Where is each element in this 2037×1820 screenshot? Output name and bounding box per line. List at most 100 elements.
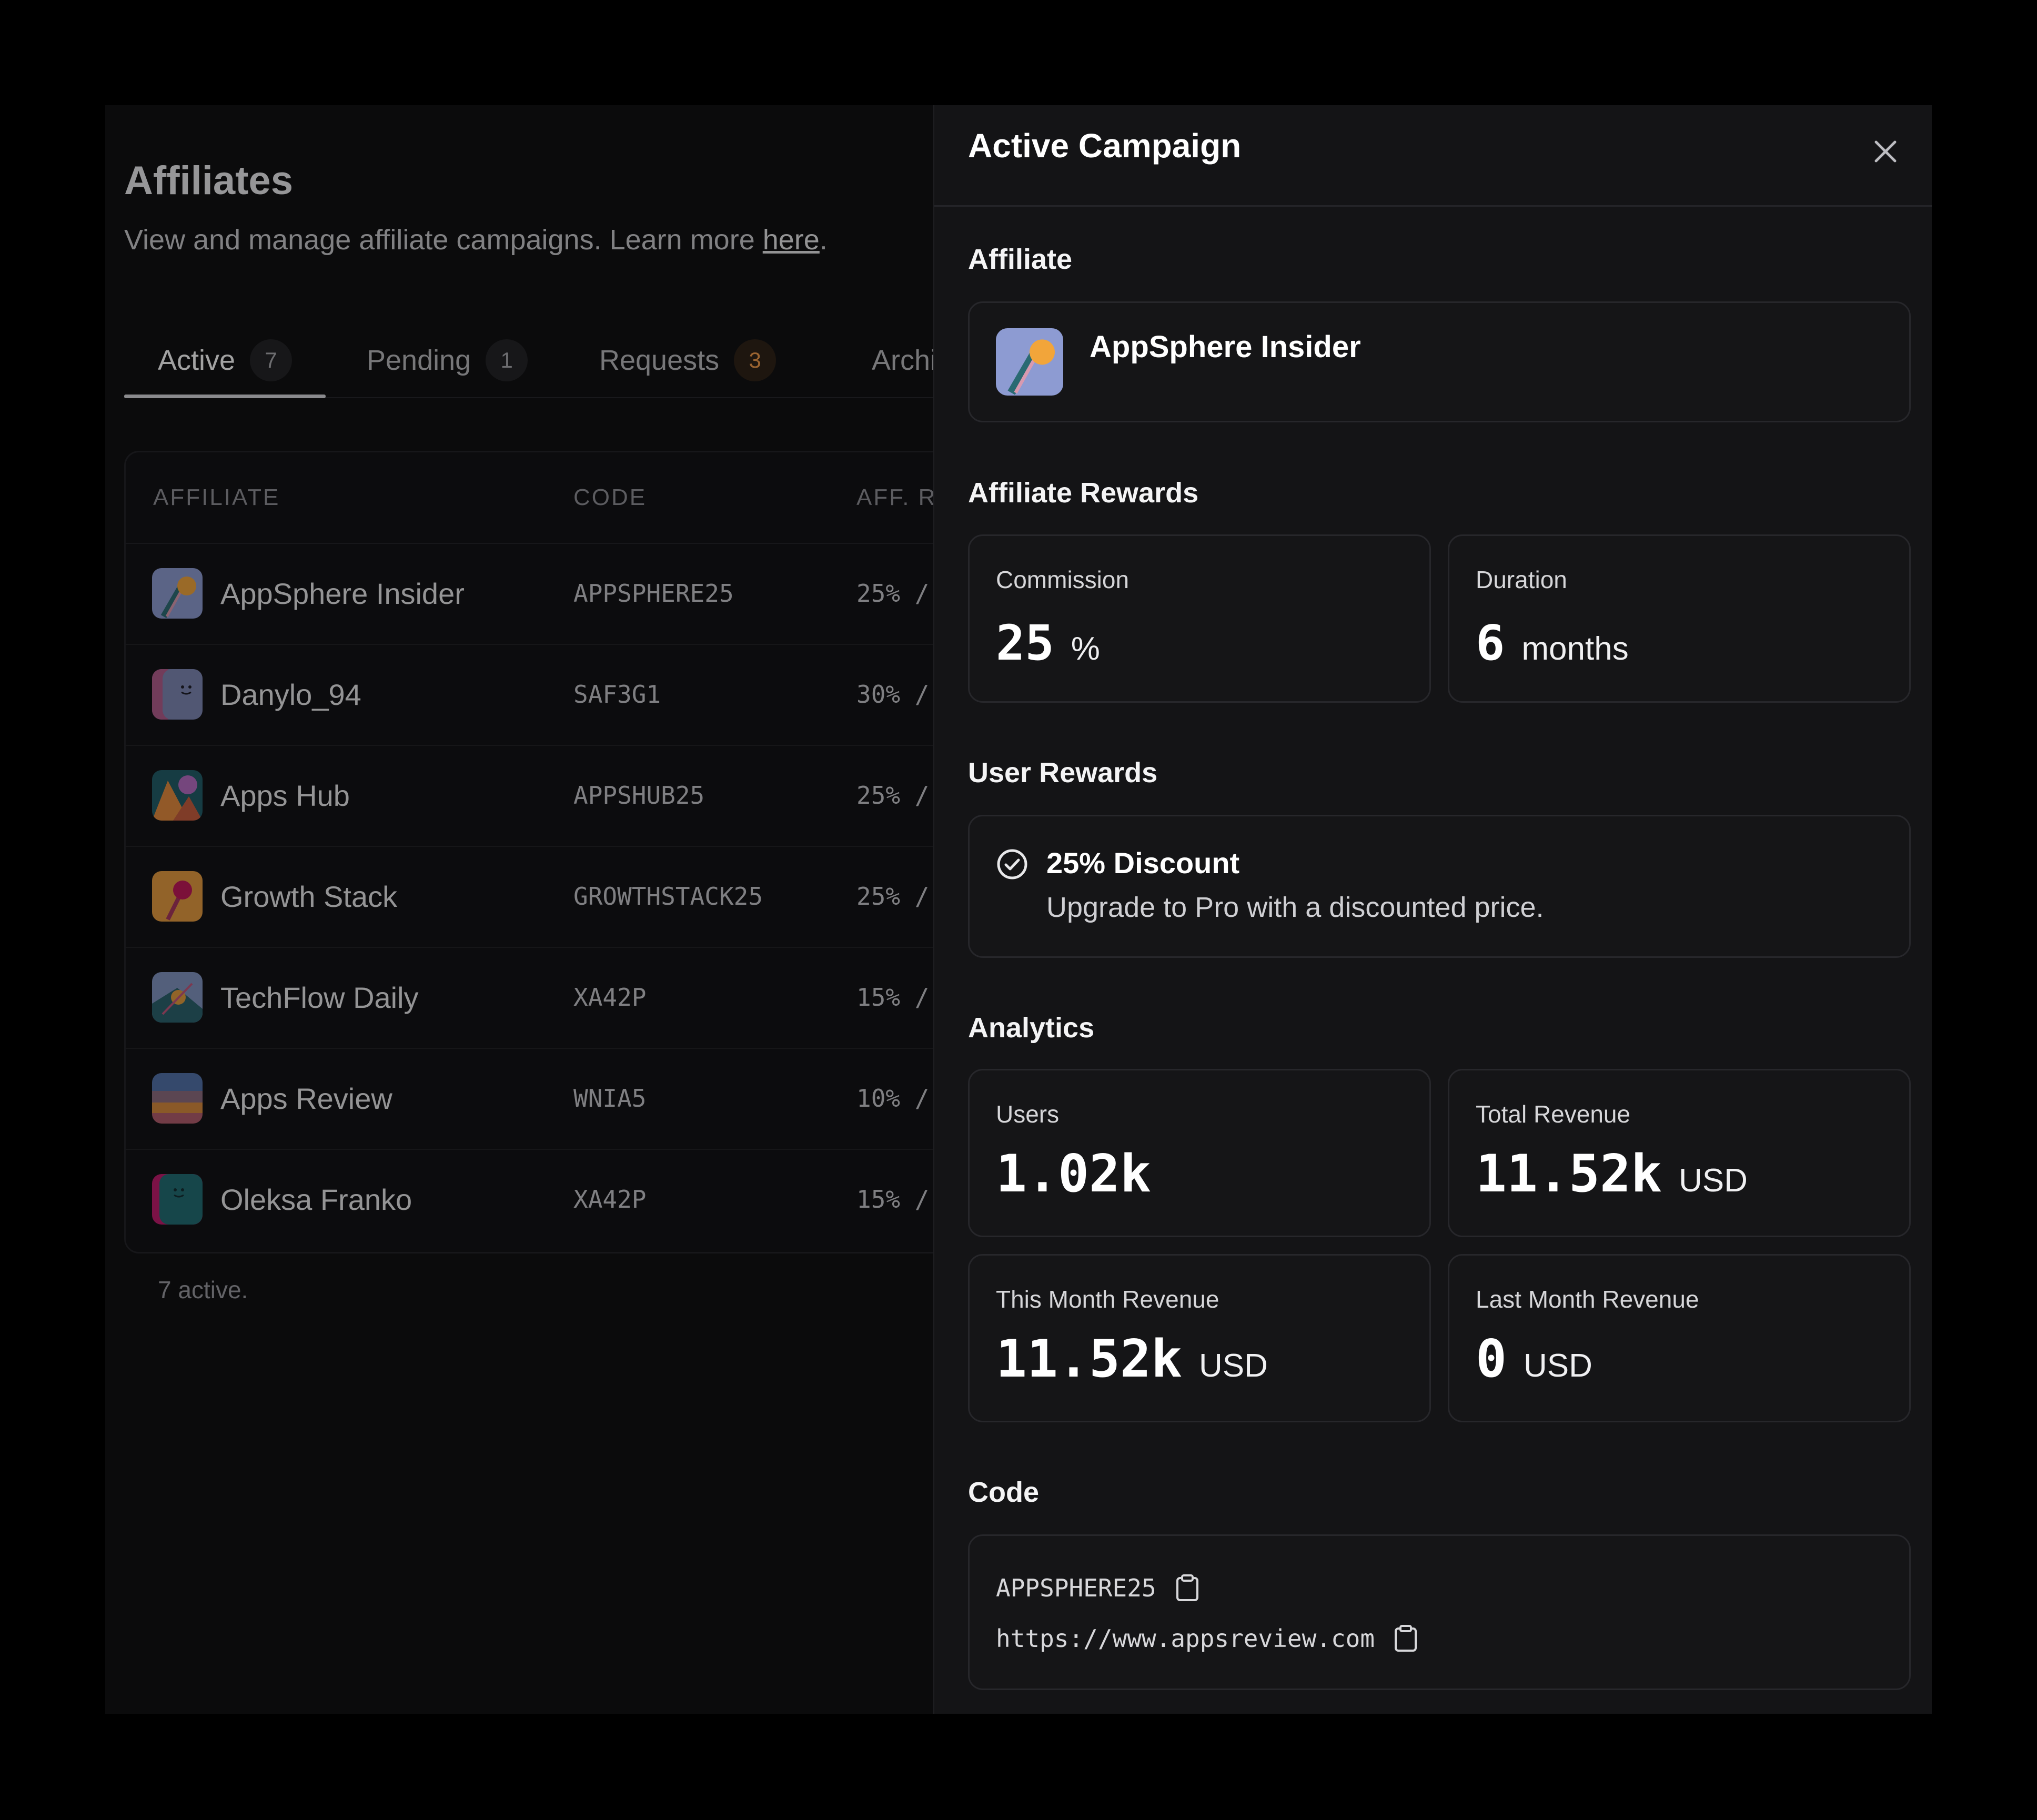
clipboard-icon: [1176, 1574, 1198, 1601]
analytics-label: Analytics: [968, 1012, 1095, 1044]
commission-value: 25: [996, 615, 1054, 671]
affiliate-name: Apps Review: [220, 1081, 392, 1115]
user-rewards-label: User Rewards: [968, 757, 1158, 788]
this-month-revenue-label: This Month Revenue: [996, 1286, 1219, 1313]
copy-url-button[interactable]: [1394, 1625, 1418, 1652]
affiliate-name: AppSphere Insider: [220, 577, 465, 610]
discount-title: 25% Discount: [1046, 846, 1240, 879]
affiliate-rate: 30% /: [856, 680, 930, 709]
affiliate-name: Apps Hub: [220, 778, 350, 812]
campaign-detail-panel: Active Campaign Affiliate AppSphere Insi…: [933, 105, 1932, 1714]
column-header-affiliate[interactable]: AFFILIATE: [153, 452, 280, 543]
this-month-revenue-unit: USD: [1199, 1348, 1268, 1384]
code-section-label: Code: [968, 1477, 1039, 1508]
copy-code-button[interactable]: [1175, 1574, 1199, 1602]
close-button[interactable]: [1865, 132, 1905, 171]
commission-card: Commission 25 %: [968, 534, 1431, 703]
page-subtitle: View and manage affiliate campaigns. Lea…: [124, 224, 828, 256]
affiliate-code: GROWTHSTACK25: [573, 882, 763, 911]
affiliate-rate: 25% /: [856, 781, 930, 810]
affiliates-table: AFFILIATE CODE AFF. R AppSphere Insider …: [124, 451, 933, 1253]
last-month-revenue-label: Last Month Revenue: [1476, 1286, 1699, 1313]
duration-value: 6: [1476, 615, 1505, 671]
affiliate-code: APPSHUB25: [573, 781, 705, 810]
tab-count-badge: 7: [250, 339, 293, 381]
table-header: AFFILIATE CODE AFF. R: [126, 452, 933, 544]
affiliate-avatar: [152, 770, 203, 821]
affiliate-avatar: [152, 568, 203, 619]
total-revenue-label: Total Revenue: [1476, 1100, 1631, 1128]
clipboard-icon: [1395, 1625, 1417, 1652]
affiliate-rate: 10% /: [856, 1084, 930, 1113]
affiliate-code: XA42P: [573, 1185, 647, 1214]
affiliate-code: XA42P: [573, 983, 647, 1012]
column-header-aff-rewards[interactable]: AFF. R: [856, 452, 933, 543]
affiliate-rate: 25% /: [856, 579, 930, 608]
affiliate-code: WNIA5: [573, 1084, 647, 1113]
affiliate-code: SAF3G1: [573, 680, 661, 709]
affiliate-code: APPSPHERE25: [573, 579, 734, 608]
table-row[interactable]: TechFlow Daily XA42P 15% /: [126, 947, 933, 1049]
table-row[interactable]: Apps Review WNIA5 10% /: [126, 1048, 933, 1150]
duration-unit: months: [1521, 631, 1629, 667]
table-row[interactable]: Oleksa Franko XA42P 15% /: [126, 1149, 933, 1250]
affiliate-name: Oleksa Franko: [220, 1182, 412, 1216]
tab-requests[interactable]: Requests 3: [599, 323, 777, 397]
commission-label: Commission: [996, 566, 1130, 593]
tab-count-badge: 1: [486, 339, 528, 381]
users-card: Users 1.02k: [968, 1069, 1431, 1237]
duration-card: Duration 6 months: [1448, 534, 1911, 703]
learn-more-link[interactable]: here: [763, 224, 820, 256]
affiliate-avatar: [152, 871, 203, 922]
affiliate-avatar: [152, 1073, 203, 1124]
affiliate-name: Growth Stack: [220, 879, 398, 913]
affiliate-rewards-label: Affiliate Rewards: [968, 477, 1199, 509]
affiliates-page: Affiliates View and manage affiliate cam…: [105, 105, 933, 1714]
affiliate-rate: 25% /: [856, 882, 930, 911]
total-revenue-value: 11.52k: [1476, 1144, 1662, 1204]
affiliate-avatar: [152, 669, 203, 720]
tab-count-badge: 3: [734, 339, 777, 381]
discount-description: Upgrade to Pro with a discounted price.: [1046, 892, 1544, 923]
check-circle-icon: [997, 849, 1027, 879]
this-month-revenue-card: This Month Revenue 11.52k USD: [968, 1254, 1431, 1422]
affiliate-rate: 15% /: [856, 1185, 930, 1214]
affiliate-rate: 15% /: [856, 983, 930, 1012]
tab-bar: Active 7 Pending 1 Requests 3 Archiv: [124, 323, 933, 398]
affiliate-avatar: [152, 972, 203, 1023]
code-card: APPSPHERE25 https://www.appsreview.com: [968, 1534, 1911, 1690]
close-icon: [1874, 140, 1897, 163]
affiliate-avatar: [996, 328, 1063, 396]
users-label: Users: [996, 1100, 1060, 1128]
affiliate-name: TechFlow Daily: [220, 980, 419, 1014]
last-month-revenue-card: Last Month Revenue 0 USD: [1448, 1254, 1911, 1422]
affiliate-avatar: [152, 1174, 203, 1225]
panel-header: Active Campaign: [934, 105, 1932, 207]
panel-title: Active Campaign: [968, 127, 1242, 165]
page-title: Affiliates: [124, 158, 293, 203]
table-row[interactable]: AppSphere Insider APPSPHERE25 25% /: [126, 543, 933, 645]
affiliate-card[interactable]: AppSphere Insider: [968, 301, 1911, 422]
referral-url: https://www.appsreview.com: [996, 1624, 1375, 1653]
users-value: 1.02k: [996, 1144, 1152, 1204]
table-footnote: 7 active.: [158, 1276, 248, 1303]
total-revenue-unit: USD: [1679, 1162, 1748, 1199]
table-row[interactable]: Danylo_94 SAF3G1 30% /: [126, 644, 933, 746]
affiliate-name: AppSphere Insider: [1090, 330, 1361, 364]
tab-archived[interactable]: Archiv: [872, 323, 933, 397]
duration-label: Duration: [1476, 566, 1567, 593]
this-month-revenue-value: 11.52k: [996, 1329, 1183, 1389]
discount-card: 25% Discount Upgrade to Pro with a disco…: [968, 815, 1911, 958]
tab-pending[interactable]: Pending 1: [367, 323, 528, 397]
total-revenue-card: Total Revenue 11.52k USD: [1448, 1069, 1911, 1237]
last-month-revenue-value: 0: [1476, 1329, 1507, 1389]
referral-code: APPSPHERE25: [996, 1574, 1156, 1602]
table-row[interactable]: Growth Stack GROWTHSTACK25 25% /: [126, 846, 933, 948]
last-month-revenue-unit: USD: [1524, 1348, 1592, 1384]
tab-active[interactable]: Active 7: [124, 323, 326, 398]
column-header-code[interactable]: CODE: [573, 452, 647, 543]
table-row[interactable]: Apps Hub APPSHUB25 25% /: [126, 745, 933, 847]
affiliate-section-label: Affiliate: [968, 244, 1073, 275]
affiliate-name: Danylo_94: [220, 678, 361, 711]
app-window: Affiliates View and manage affiliate cam…: [105, 105, 1932, 1714]
